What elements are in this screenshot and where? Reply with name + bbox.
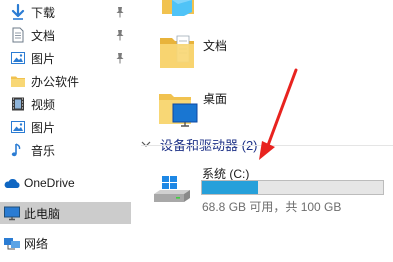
nav-label: OneDrive xyxy=(24,176,75,190)
pin-icon[interactable] xyxy=(114,6,126,18)
this-pc-icon xyxy=(4,206,20,221)
nav-label: 文档 xyxy=(31,28,56,43)
nav-item-documents[interactable]: 文档 xyxy=(0,24,131,46)
nav-label: 此电脑 xyxy=(24,206,61,221)
folder-documents[interactable]: 文档 xyxy=(155,30,265,74)
chevron-down-icon[interactable] xyxy=(140,138,152,150)
drive-free-space: 68.8 GB 可用，共 100 GB xyxy=(202,200,342,214)
nav-label: 视频 xyxy=(31,97,56,112)
content-pane: 文档 桌面 设备和驱动器 (2) xyxy=(131,0,393,262)
folder-icon xyxy=(11,76,25,87)
network-icon xyxy=(4,238,20,250)
group-divider xyxy=(141,145,393,146)
film-icon xyxy=(12,97,24,111)
music-note-icon xyxy=(11,143,21,157)
document-icon xyxy=(12,27,24,43)
cloud-icon xyxy=(4,178,20,188)
drive-usage-bar xyxy=(201,180,384,195)
nav-label: 图片 xyxy=(31,120,56,135)
pin-icon[interactable] xyxy=(114,29,126,41)
nav-label: 音乐 xyxy=(31,143,56,158)
desktop-folder-icon xyxy=(159,94,198,127)
navigation-pane: 下载 文档 图片 办公软件 视频 图片 音乐 OneDrive 此电脑 网络 xyxy=(0,0,131,262)
nav-item-videos[interactable]: 视频 xyxy=(0,93,131,115)
documents-folder-icon xyxy=(160,35,194,68)
nav-label: 网络 xyxy=(24,236,49,251)
pin-icon[interactable] xyxy=(114,52,126,64)
nav-item-this-pc[interactable]: 此电脑 xyxy=(0,202,131,224)
nav-item-downloads[interactable]: 下载 xyxy=(0,1,131,23)
pictures-icon xyxy=(11,121,25,133)
folder-icon[interactable] xyxy=(158,0,198,18)
nav-label: 办公软件 xyxy=(31,74,80,89)
nav-label: 下载 xyxy=(31,5,56,20)
windows-drive-icon xyxy=(154,176,190,202)
drive-usage-fill xyxy=(202,181,259,194)
group-header-label: 设备和驱动器 (2) xyxy=(160,137,258,153)
folder-label: 桌面 xyxy=(203,92,228,106)
nav-item-onedrive[interactable]: OneDrive xyxy=(0,172,131,194)
folder-label: 文档 xyxy=(203,39,228,53)
nav-item-office-software[interactable]: 办公软件 xyxy=(0,70,131,92)
nav-item-music[interactable]: 音乐 xyxy=(0,139,131,161)
nav-item-pictures[interactable]: 图片 xyxy=(0,116,131,138)
group-header-devices-drives[interactable]: 设备和驱动器 (2) xyxy=(140,134,258,154)
folder-desktop[interactable]: 桌面 xyxy=(155,84,265,130)
pictures-icon xyxy=(11,52,25,64)
nav-item-network[interactable]: 网络 xyxy=(0,232,131,254)
nav-item-pictures-pinned[interactable]: 图片 xyxy=(0,47,131,69)
download-arrow-icon xyxy=(11,4,25,20)
nav-label: 图片 xyxy=(31,51,56,66)
